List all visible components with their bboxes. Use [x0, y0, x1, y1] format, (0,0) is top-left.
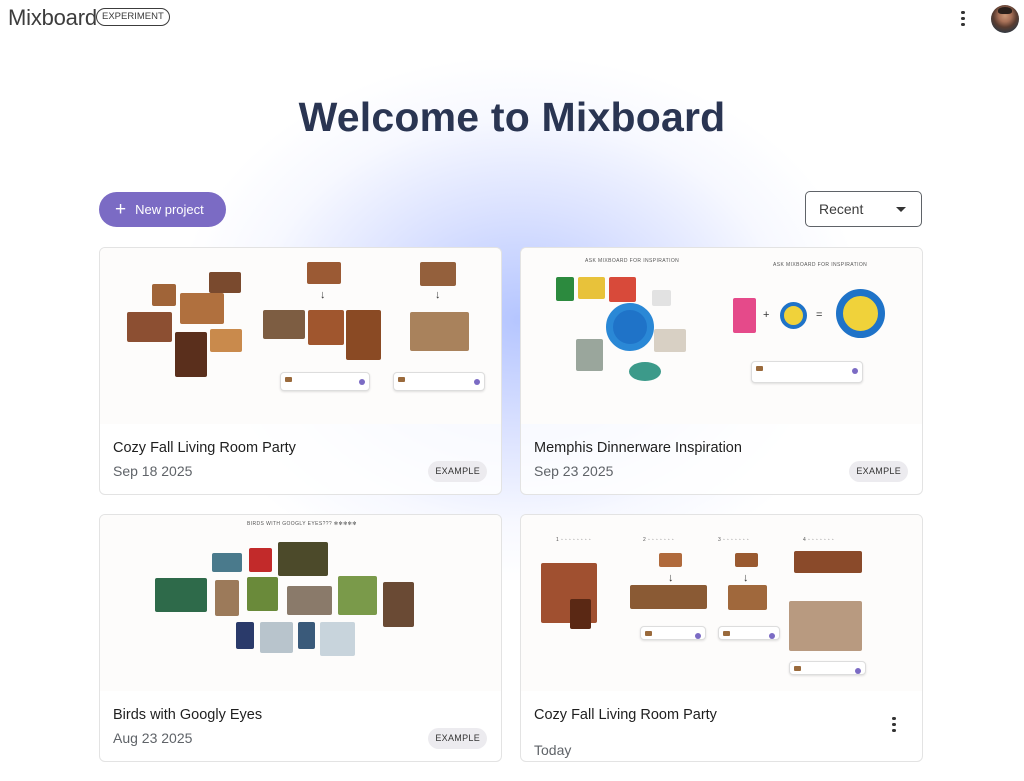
more-vert-icon[interactable]	[888, 714, 900, 734]
project-thumbnail: ↓ ↓	[100, 248, 501, 424]
sort-dropdown[interactable]: Recent	[805, 191, 922, 227]
top-bar: Mixboard EXPERIMENT	[0, 0, 1024, 38]
new-project-button[interactable]: + New project	[99, 192, 226, 227]
project-card[interactable]: BIRDS WITH GOOGLY EYES??? ✻✻✻✻✻ Birds wi…	[99, 514, 502, 762]
plus-icon: +	[115, 199, 127, 220]
project-title: Memphis Dinnerware Inspiration	[534, 440, 742, 456]
project-title: Cozy Fall Living Room Party	[534, 707, 717, 723]
project-thumbnail: ASK MIXBOARD FOR INSPIRATION ASK MIXBOAR…	[521, 248, 922, 424]
project-card[interactable]: ASK MIXBOARD FOR INSPIRATION ASK MIXBOAR…	[520, 247, 923, 495]
example-badge: EXAMPLE	[849, 461, 908, 482]
more-vert-icon[interactable]	[954, 8, 972, 30]
project-date: Today	[534, 742, 572, 758]
caret-down-icon	[896, 207, 906, 212]
project-thumbnail: BIRDS WITH GOOGLY EYES??? ✻✻✻✻✻	[100, 515, 501, 691]
experiment-badge: EXPERIMENT	[96, 8, 170, 26]
app-logo[interactable]: Mixboard	[8, 5, 97, 31]
sort-value: Recent	[819, 201, 864, 217]
welcome-title: Welcome to Mixboard	[298, 94, 726, 140]
project-date: Sep 18 2025	[113, 463, 193, 479]
example-badge: EXAMPLE	[428, 728, 487, 749]
project-title: Birds with Googly Eyes	[113, 707, 263, 723]
example-badge: EXAMPLE	[428, 461, 487, 482]
user-avatar[interactable]	[991, 5, 1019, 33]
project-card[interactable]: 1 ◦ ◦ ◦ ◦ ◦ ◦ ◦ ◦ 2 ◦ ◦ ◦ ◦ ◦ ◦ ◦ 3 ◦ ◦ …	[520, 514, 923, 762]
project-title: Cozy Fall Living Room Party	[113, 440, 296, 456]
project-date: Sep 23 2025	[534, 463, 614, 479]
project-thumbnail: 1 ◦ ◦ ◦ ◦ ◦ ◦ ◦ ◦ 2 ◦ ◦ ◦ ◦ ◦ ◦ ◦ 3 ◦ ◦ …	[521, 515, 922, 691]
project-card[interactable]: ↓ ↓ Cozy Fall Living Room Party Sep 18 2…	[99, 247, 502, 495]
project-date: Aug 23 2025	[113, 730, 193, 746]
new-project-label: New project	[135, 202, 204, 217]
